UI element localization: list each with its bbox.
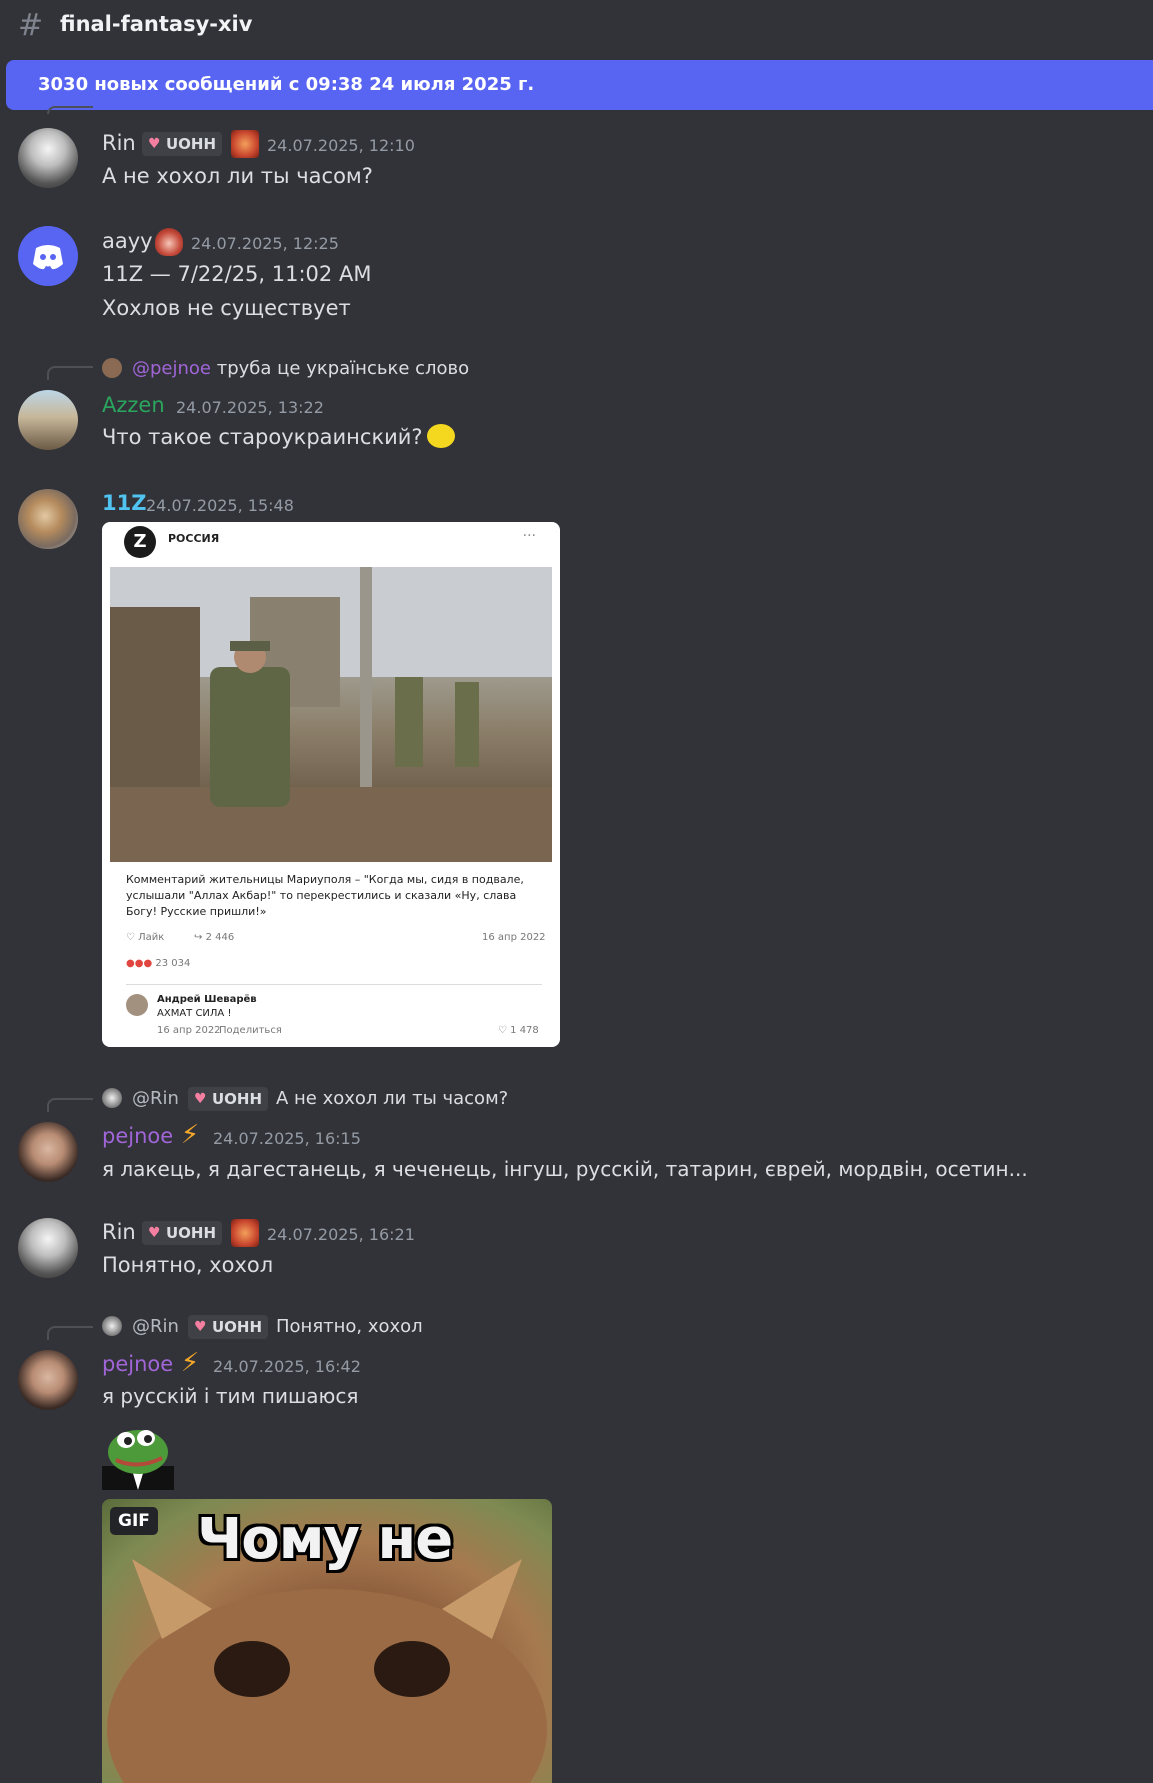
reply-connector — [47, 106, 93, 114]
avatar[interactable] — [18, 1218, 78, 1278]
message-text: 11Z — 7/22/25, 11:02 AM — [102, 262, 372, 286]
new-messages-banner[interactable]: 3030 новых сообщений с 09:38 24 июля 202… — [6, 60, 1153, 110]
post-date: 16 апр 2022 — [482, 932, 546, 943]
user-tag[interactable]: ♥ UOHH — [142, 1221, 223, 1245]
share-count: ↪ 2 446 — [194, 932, 235, 943]
message-text: Понятно, хохол — [102, 1253, 274, 1277]
timestamp: 24.07.2025, 16:42 — [213, 1357, 361, 1376]
discord-logo-icon — [33, 245, 63, 270]
comment-text: АХМАТ СИЛА ! — [157, 1008, 232, 1019]
reply-connector — [47, 1098, 93, 1112]
avatar[interactable] — [18, 390, 78, 450]
username[interactable]: Rin — [102, 131, 136, 155]
avatar[interactable] — [18, 128, 78, 188]
channel-hash-icon: # — [18, 8, 44, 43]
timestamp: 24.07.2025, 15:48 — [146, 496, 294, 515]
username[interactable]: 11Z — [102, 491, 146, 515]
message-text: А не хохол ли ты часом? — [102, 164, 373, 188]
smile-emoji-icon — [426, 424, 455, 448]
heart-icon: ♥ — [194, 1091, 207, 1107]
reply-avatar[interactable] — [102, 358, 122, 378]
channel-header: # final-fantasy-xiv — [0, 0, 1153, 50]
lightning-icon[interactable]: ⚡ — [180, 1349, 200, 1377]
role-icon[interactable] — [231, 1219, 259, 1247]
avatar[interactable] — [18, 1350, 78, 1410]
reply-mention[interactable]: @Rin — [132, 1316, 179, 1337]
comment-date: 16 апр 2022 — [157, 1025, 221, 1036]
timestamp: 24.07.2025, 16:21 — [267, 1225, 415, 1244]
reply-preview[interactable]: А не хохол ли ты часом? — [276, 1088, 508, 1109]
like-button: ♡ Лайк — [126, 932, 165, 943]
heart-icon: ♥ — [148, 1225, 161, 1241]
heart-icon: ♥ — [194, 1319, 207, 1335]
reply-connector — [47, 366, 93, 380]
comment-share: Поделиться — [219, 1025, 282, 1036]
reply-avatar[interactable] — [102, 1316, 122, 1336]
reply-preview[interactable]: @pejnoe труба це українське слово — [132, 358, 469, 379]
username[interactable]: aayy — [102, 229, 153, 253]
group-logo: Z — [124, 526, 156, 558]
post-photo — [110, 567, 552, 862]
username[interactable]: Rin — [102, 1220, 136, 1244]
post-text: Комментарий жительницы Мариуполя – "Когд… — [126, 873, 524, 918]
pepe-emoji-icon[interactable] — [102, 1424, 174, 1490]
message-text: я лакець, я дагестанець, я чеченець, інг… — [102, 1157, 1028, 1181]
timestamp: 24.07.2025, 12:10 — [267, 136, 415, 155]
reaction-count: ●●● 23 034 — [126, 958, 191, 969]
gif-attachment[interactable]: GIF Чому не — [102, 1499, 552, 1783]
username[interactable]: pejnoe — [102, 1124, 173, 1148]
avatar[interactable] — [18, 1122, 78, 1182]
user-tag[interactable]: ♥ UOHH — [142, 132, 223, 156]
timestamp: 24.07.2025, 12:25 — [191, 234, 339, 253]
group-name: РОССИЯ — [168, 532, 220, 545]
message-text: Что такое староукраинский? — [102, 424, 455, 450]
gif-caption: Чому не — [197, 1507, 453, 1572]
comment-author: Андрей Шеварёв — [157, 994, 257, 1005]
image-attachment[interactable]: Z РОССИЯ ··· Комментарий жительницы Мари… — [102, 522, 560, 1047]
timestamp: 24.07.2025, 16:15 — [213, 1129, 361, 1148]
message-text: Хохлов не существует — [102, 296, 351, 320]
user-tag[interactable]: ♥ UOHH — [188, 1087, 269, 1111]
reply-connector — [47, 1326, 93, 1340]
comment-avatar — [126, 994, 148, 1016]
channel-name: final-fantasy-xiv — [60, 12, 253, 36]
divider — [126, 984, 542, 985]
lightning-icon[interactable]: ⚡ — [180, 1121, 200, 1149]
user-tag[interactable]: ♥ UOHH — [188, 1315, 269, 1339]
username[interactable]: pejnoe — [102, 1352, 173, 1376]
heart-icon: ♥ — [148, 136, 161, 152]
role-icon[interactable] — [231, 130, 259, 158]
timestamp: 24.07.2025, 13:22 — [176, 398, 324, 417]
avatar[interactable] — [18, 489, 78, 549]
avatar[interactable] — [18, 226, 78, 286]
reply-preview[interactable]: Понятно, хохол — [276, 1316, 423, 1337]
role-icon[interactable] — [155, 228, 183, 256]
more-icon: ··· — [522, 528, 536, 544]
reply-mention[interactable]: @Rin — [132, 1088, 179, 1109]
message-text: я русскій і тим пишаюся — [102, 1384, 359, 1408]
reply-avatar[interactable] — [102, 1088, 122, 1108]
comment-likes: ♡ 1 478 — [498, 1025, 539, 1036]
username[interactable]: Azzen — [102, 393, 165, 417]
gif-badge: GIF — [110, 1507, 158, 1535]
